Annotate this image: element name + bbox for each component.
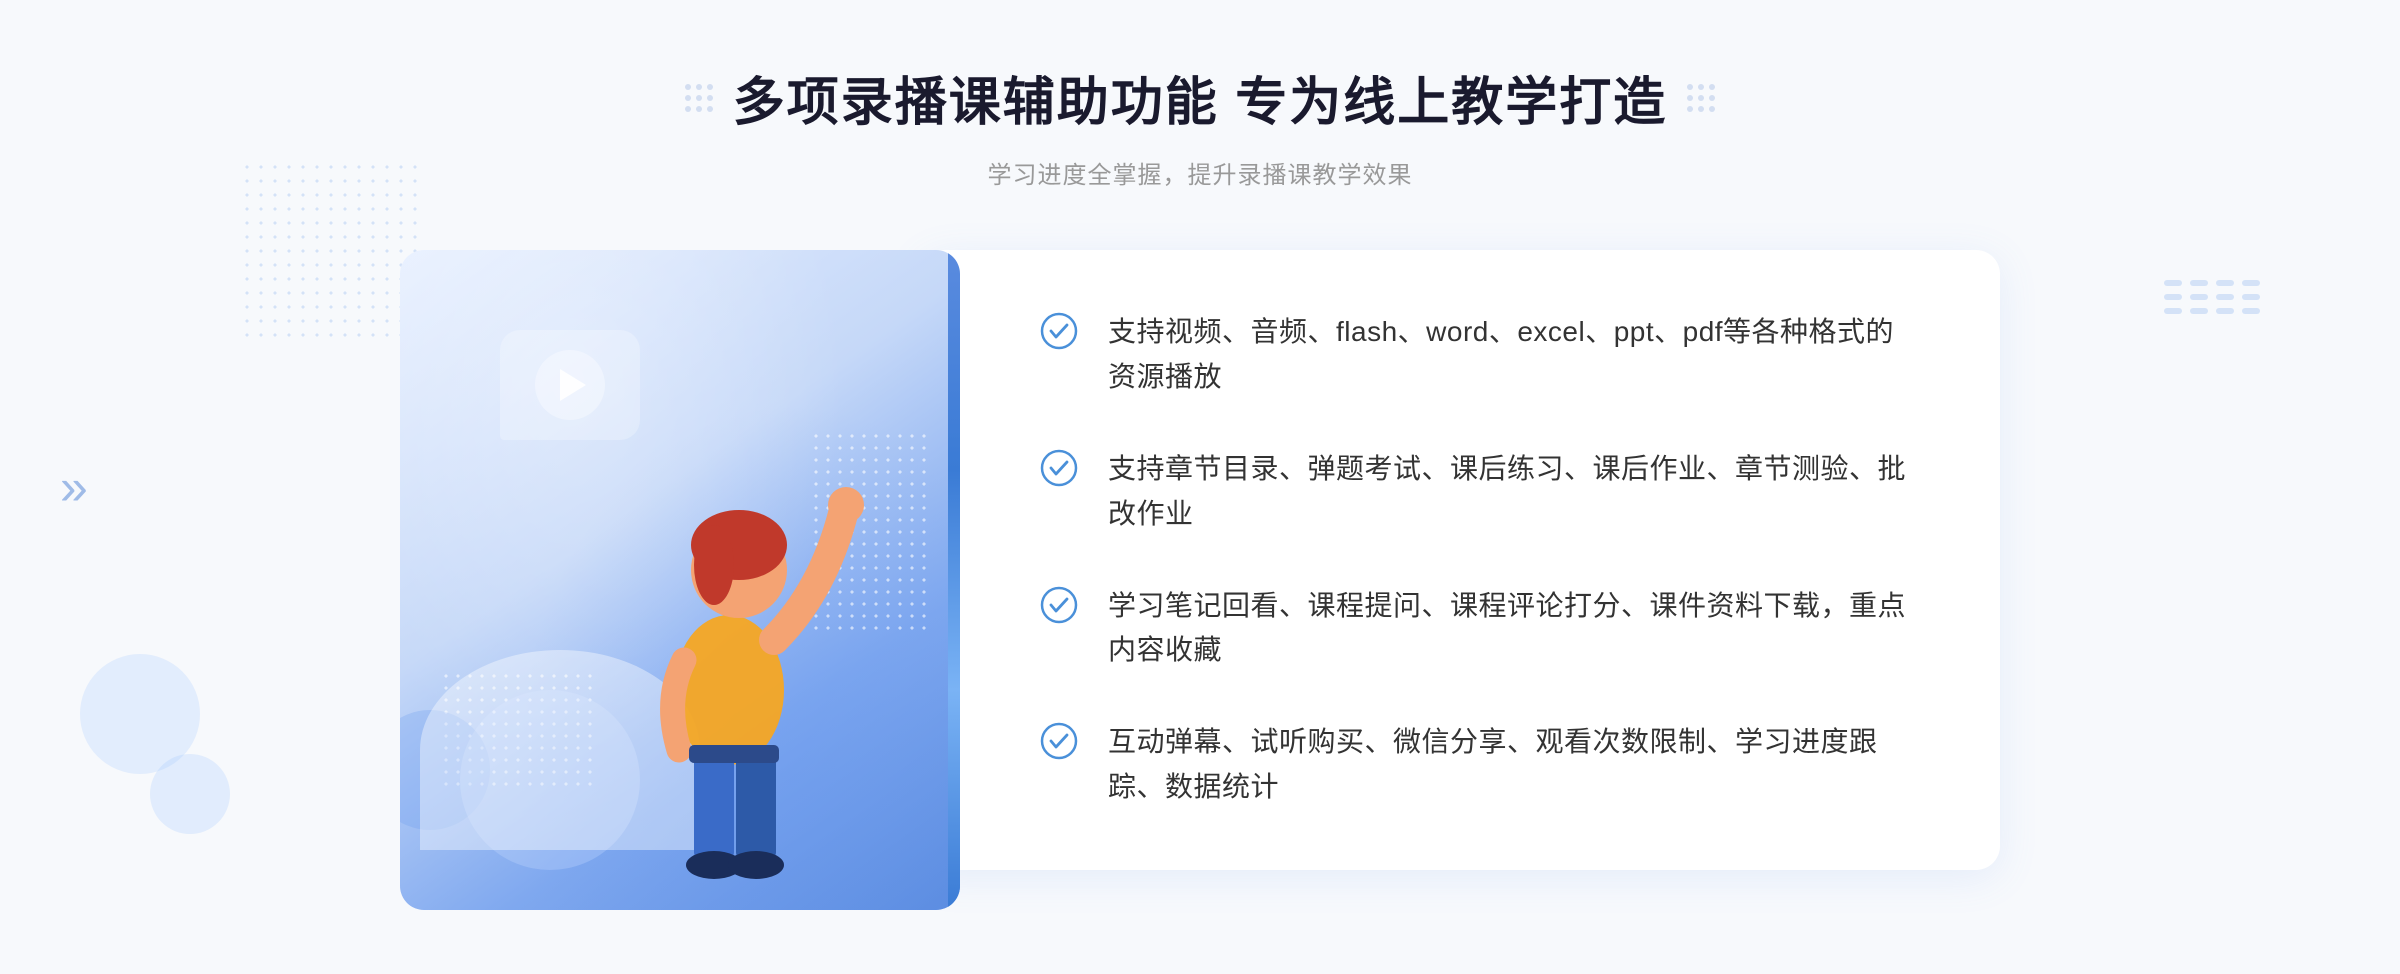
illustration-card (400, 250, 960, 910)
lines-decoration-right (2164, 280, 2260, 322)
title-dots-left (685, 84, 713, 112)
feature-item-3: 学习笔记回看、课程提问、课程评论打分、课件资料下载，重点内容收藏 (1040, 584, 1920, 674)
feature-text-3: 学习笔记回看、课程提问、课程评论打分、课件资料下载，重点内容收藏 (1108, 584, 1920, 674)
figure-illustration (584, 410, 904, 910)
subtitle: 学习进度全掌握，提升录播课教学效果 (685, 155, 1715, 190)
check-icon-2 (1040, 449, 1078, 487)
header-section: 多项录播课辅助功能 专为线上教学打造 学习进 (685, 60, 1715, 190)
main-content: 支持视频、音频、flash、word、excel、ppt、pdf等各种格式的资源… (400, 250, 2000, 910)
feature-item-4: 互动弹幕、试听购买、微信分享、观看次数限制、学习进度跟踪、数据统计 (1040, 720, 1920, 810)
dots-decoration-left (240, 160, 420, 340)
title-dots-right (1687, 84, 1715, 112)
circle-decoration-medium (150, 754, 230, 834)
feature-item-2: 支持章节目录、弹题考试、课后练习、课后作业、章节测验、批改作业 (1040, 447, 1920, 537)
main-title: 多项录播课辅助功能 专为线上教学打造 (733, 60, 1667, 135)
feature-text-2: 支持章节目录、弹题考试、课后练习、课后作业、章节测验、批改作业 (1108, 447, 1920, 537)
check-icon-3 (1040, 586, 1078, 624)
features-card: 支持视频、音频、flash、word、excel、ppt、pdf等各种格式的资源… (920, 250, 2000, 870)
page-container: » (0, 0, 2400, 974)
left-arrow-decoration: » (60, 458, 88, 516)
check-icon-1 (1040, 312, 1078, 350)
feature-item-1: 支持视频、音频、flash、word、excel、ppt、pdf等各种格式的资源… (1040, 310, 1920, 400)
title-row: 多项录播课辅助功能 专为线上教学打造 (685, 60, 1715, 135)
feature-text-4: 互动弹幕、试听购买、微信分享、观看次数限制、学习进度跟踪、数据统计 (1108, 720, 1920, 810)
side-line-accent (948, 250, 960, 910)
feature-text-1: 支持视频、音频、flash、word、excel、ppt、pdf等各种格式的资源… (1108, 310, 1920, 400)
play-icon (560, 369, 586, 401)
check-icon-4 (1040, 722, 1078, 760)
